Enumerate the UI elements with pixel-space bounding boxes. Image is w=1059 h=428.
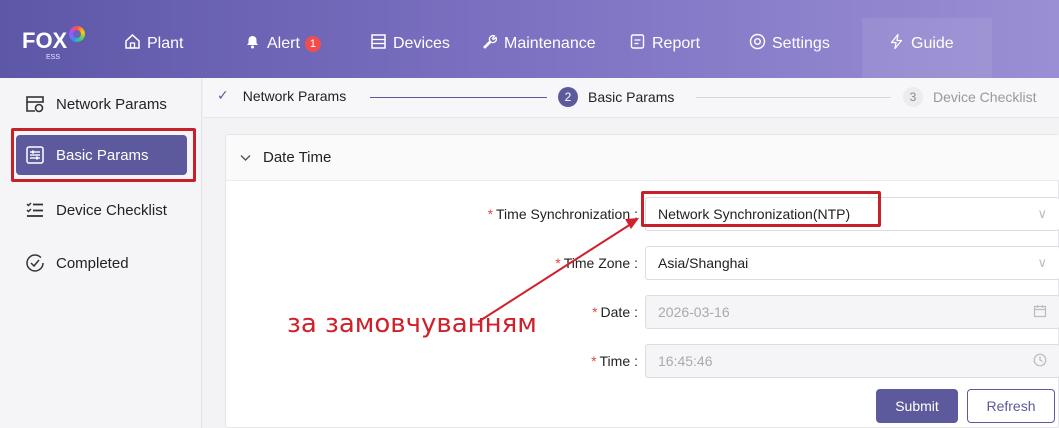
annotation-text: за замовчуванням [287,309,537,339]
submit-button[interactable]: Submit [876,389,958,423]
refresh-button[interactable]: Refresh [967,389,1055,423]
annotation-arrow [477,218,639,323]
